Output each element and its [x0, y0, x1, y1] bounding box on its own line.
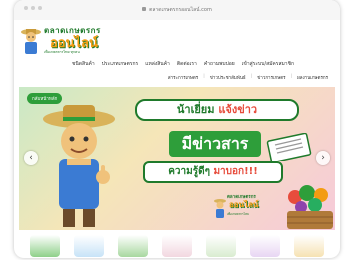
- nav-item-source[interactable]: แหล่งสินค้า: [145, 60, 170, 68]
- nav-item-product-type[interactable]: ชนิดสินค้า: [72, 60, 95, 68]
- product-thumbnail[interactable]: [206, 235, 236, 257]
- url-text[interactable]: ตลาดเกษตรกรออนไลน์.com: [14, 6, 340, 14]
- product-thumbnail[interactable]: [294, 235, 324, 257]
- subtitle-part-b: มาบอก!!!: [213, 166, 258, 177]
- product-thumbnails: [14, 235, 340, 258]
- sub-nav-pr-news[interactable]: ข่าวประชาสัมพันธ์: [210, 74, 246, 81]
- headline-part-a: น้าเยี่ยม: [176, 103, 219, 116]
- divider: |: [290, 74, 293, 79]
- sub-nav-agri-news[interactable]: ข่าวการเกษตร: [257, 74, 285, 81]
- site-logo[interactable]: ตลาดเกษตรกร ออนไลน์ เพื่อเกษตรกรไทย ทุกค…: [20, 24, 106, 58]
- main-nav: ชนิดสินค้า ประเภทเกษตรกร แหล่งสินค้า ติด…: [72, 60, 294, 68]
- browser-window: ตลาดเกษตรกรออนไลน์.com ตลาดเกษตรกร ออนไล…: [14, 0, 340, 258]
- sub-nav-knowledge[interactable]: สาระการเกษตร: [168, 74, 198, 81]
- newspaper-icon: [266, 133, 312, 161]
- sub-nav: สาระการเกษตร | ข่าวประชาสัมพันธ์ | ข่าวก…: [168, 74, 328, 81]
- lock-icon: [142, 7, 147, 11]
- nav-item-faq[interactable]: คำถามพบบ่อย: [204, 60, 235, 68]
- nav-item-contact[interactable]: ติดต่อเรา: [177, 60, 197, 68]
- news-headline: มีข่าวสาร: [169, 131, 261, 157]
- farmer-mini-icon: [214, 199, 226, 218]
- nav-item-login[interactable]: เข้าสู่ระบบ/สมัครสมาชิก: [242, 60, 294, 68]
- product-thumbnail[interactable]: [30, 235, 60, 257]
- nav-item-farmer-type[interactable]: ประเภทเกษตรกร: [102, 60, 139, 68]
- carousel-next-button[interactable]: ›: [316, 151, 330, 165]
- subtitle-part-a: ความรู้ดีๆ: [168, 166, 214, 177]
- site-header: ตลาดเกษตรกร ออนไลน์ เพื่อเกษตรกรไทย ทุกค…: [14, 20, 340, 84]
- product-thumbnail[interactable]: [162, 235, 192, 257]
- product-thumbnail[interactable]: [74, 235, 104, 257]
- divider: |: [203, 74, 205, 79]
- carousel-prev-button[interactable]: ‹: [24, 151, 38, 165]
- product-thumbnail[interactable]: [118, 235, 148, 257]
- produce-basket-icon: [287, 185, 333, 229]
- banner-subtitle: ความรู้ดีๆ มาบอก!!!: [143, 161, 283, 183]
- farmer-character-icon: [43, 105, 115, 227]
- sub-nav-farmer-works[interactable]: ผลงานเกษตรกร: [297, 74, 328, 81]
- product-thumbnail[interactable]: [250, 235, 280, 257]
- headline-part-b: แจ้งข่าว: [218, 103, 258, 116]
- banner-logo: ตลาดเกษตรกร ออนไลน์ เพื่อเกษตรกรไทย: [213, 193, 273, 223]
- logo-tagline: เพื่อเกษตรกรไทย ทุกคน: [44, 50, 80, 54]
- banner-headline: น้าเยี่ยม แจ้งข่าว: [135, 99, 299, 121]
- farmer-mascot-icon: [21, 29, 41, 54]
- url-label: ตลาดเกษตรกรออนไลน์.com: [149, 7, 212, 13]
- banner-logo-tagline: เพื่อเกษตรกรไทย: [227, 212, 249, 216]
- address-bar[interactable]: ตลาดเกษตรกรออนไลน์.com: [14, 0, 340, 21]
- banner-logo-brand: ออนไลน์: [229, 200, 259, 209]
- hero-banner[interactable]: กลับหน้าหลัก น้าเยี่ยม แจ้งข่าว มีข่าวสา…: [19, 87, 335, 230]
- divider: |: [250, 74, 253, 79]
